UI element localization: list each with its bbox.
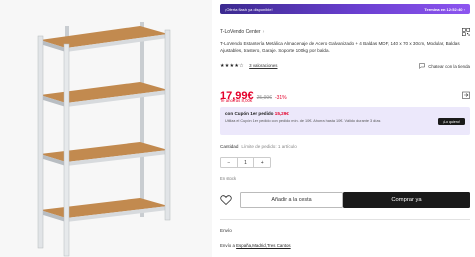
coupon-price: 15,29€	[274, 111, 289, 116]
original-price: 25,99€	[256, 95, 272, 101]
discount-badge: -31%	[274, 95, 287, 101]
store-row: T-LoVendo Center ›	[220, 28, 470, 36]
quantity-stepper: − 1 +	[220, 157, 271, 168]
share-icon[interactable]	[462, 91, 470, 99]
divider	[220, 219, 470, 220]
claim-coupon-button[interactable]: ¡Lo quiero!	[437, 118, 465, 125]
decrement-button[interactable]: −	[221, 158, 237, 167]
coupon-box: con Cupón 1er pedido 15,29€ Utiliza el C…	[220, 107, 470, 135]
shipping-destination: Envío a España,Madrid,Tres Cantos	[220, 243, 291, 248]
countdown: Termina en 12:52:40	[424, 6, 463, 12]
shipping-location-link[interactable]: España,Madrid,Tres Cantos	[236, 243, 291, 248]
flash-sale-label: ¡Oferta flash ya disponible!	[225, 6, 273, 12]
flash-sale-banner[interactable]: ¡Oferta flash ya disponible! Termina en …	[220, 4, 470, 14]
shelf-3	[40, 142, 168, 166]
store-name: T-LoVendo Center	[220, 29, 261, 35]
coupon-title: con Cupón 1er pedido 15,29€	[225, 111, 465, 116]
quantity-value[interactable]: 1	[236, 158, 255, 167]
increment-button[interactable]: +	[254, 158, 270, 167]
order-limit: Límite de pedido: 1 artículo	[241, 144, 297, 149]
buy-now-button[interactable]: Comprar ya	[343, 192, 470, 208]
coupon-description: Utiliza el Cupón 1er pedido con pedido m…	[225, 119, 381, 123]
store-link[interactable]: T-LoVendo Center ›	[220, 29, 264, 35]
shelving-unit-illustration	[37, 22, 171, 257]
shipping-heading: Envío	[220, 228, 232, 233]
coupon-label: con Cupón 1er pedido	[225, 111, 274, 116]
product-image[interactable]	[0, 0, 212, 257]
product-title: T-LoVendo Estantería Metálica Almacenaje…	[220, 41, 460, 53]
shelf-1	[40, 26, 168, 52]
rating-row: ★★★★☆ 3 valoraciones Chatear con la tien…	[220, 62, 470, 70]
rating: ★★★★☆ 3 valoraciones	[220, 63, 277, 69]
qr-code-icon[interactable]	[462, 28, 470, 36]
chat-icon	[419, 63, 425, 69]
quantity-label: Cantidad	[220, 144, 239, 149]
savings-text: Te ahorras 8,00€	[220, 98, 253, 103]
shelf-4	[40, 198, 168, 222]
shelf-2	[40, 82, 168, 107]
heart-icon[interactable]	[220, 194, 232, 206]
add-to-cart-button[interactable]: Añadir a la cesta	[240, 192, 343, 208]
purchase-actions: Añadir a la cesta Comprar ya	[220, 192, 470, 208]
price-row: 17,99€ 25,99€ -31%	[220, 86, 470, 102]
ratings-link[interactable]: 3 valoraciones	[249, 63, 277, 68]
quantity-label-row: Cantidad Límite de pedido: 1 artículo	[220, 144, 297, 149]
star-rating: ★★★★☆	[220, 63, 244, 69]
stock-status: En stock	[220, 176, 237, 181]
chevron-right-icon: ›	[262, 29, 265, 35]
chat-with-store-button[interactable]: Chatear con la tienda	[419, 63, 470, 69]
shipping-prefix: Envío a	[220, 243, 235, 248]
chat-label: Chatear con la tienda	[428, 63, 470, 69]
product-detail-panel: ¡Oferta flash ya disponible! Termina en …	[220, 0, 470, 257]
flash-sale-timer: Termina en 12:52:40 ›	[424, 7, 465, 12]
chevron-right-icon: ›	[463, 6, 465, 12]
